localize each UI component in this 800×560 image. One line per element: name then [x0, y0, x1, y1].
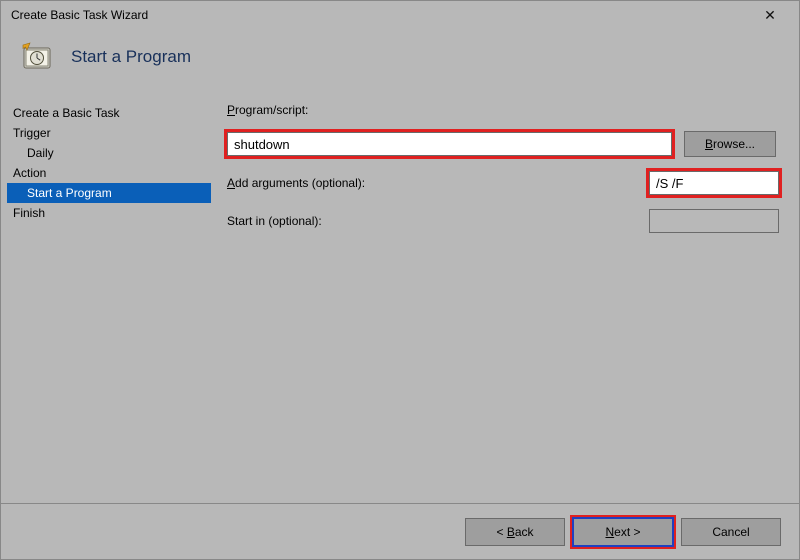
arguments-row: Add arguments (optional): — [227, 171, 779, 195]
start-in-input[interactable] — [649, 209, 779, 233]
close-icon: ✕ — [764, 7, 776, 24]
close-button[interactable]: ✕ — [749, 2, 791, 28]
sidebar-item-create-basic-task[interactable]: Create a Basic Task — [7, 103, 211, 123]
next-button-highlight: Next > — [573, 518, 673, 546]
sidebar-item-action[interactable]: Action — [7, 163, 211, 183]
wizard-content: Create a Basic Task Trigger Daily Action… — [1, 97, 799, 487]
start-in-row: Start in (optional): — [227, 209, 779, 233]
wizard-window: Create Basic Task Wizard ✕ Start a Progr… — [0, 0, 800, 560]
browse-button[interactable]: Browse... — [684, 131, 776, 157]
sidebar-item-daily[interactable]: Daily — [7, 143, 211, 163]
program-label-row: Program/script: — [227, 103, 779, 117]
arguments-input-highlight — [649, 171, 779, 195]
add-arguments-input[interactable] — [649, 171, 779, 195]
back-button[interactable]: < Back — [465, 518, 565, 546]
task-scheduler-icon — [21, 41, 53, 73]
program-script-label: Program/script: — [227, 103, 427, 117]
window-title: Create Basic Task Wizard — [11, 8, 148, 22]
program-input-row: Browse... — [227, 131, 779, 157]
wizard-footer: < Back Next > Cancel — [1, 503, 799, 559]
start-in-label: Start in (optional): — [227, 214, 427, 228]
titlebar: Create Basic Task Wizard ✕ — [1, 1, 799, 29]
page-title: Start a Program — [71, 47, 191, 67]
sidebar-item-start-a-program[interactable]: Start a Program — [7, 183, 211, 203]
sidebar-item-trigger[interactable]: Trigger — [7, 123, 211, 143]
wizard-main: Program/script: Browse... Add arguments … — [211, 97, 799, 487]
program-input-highlight — [227, 132, 672, 156]
program-script-input[interactable] — [227, 132, 672, 156]
wizard-sidebar: Create a Basic Task Trigger Daily Action… — [1, 97, 211, 487]
next-button[interactable]: Next > — [573, 518, 673, 546]
sidebar-item-finish[interactable]: Finish — [7, 203, 211, 223]
wizard-header: Start a Program — [1, 29, 799, 97]
add-arguments-label: Add arguments (optional): — [227, 176, 427, 190]
cancel-button[interactable]: Cancel — [681, 518, 781, 546]
